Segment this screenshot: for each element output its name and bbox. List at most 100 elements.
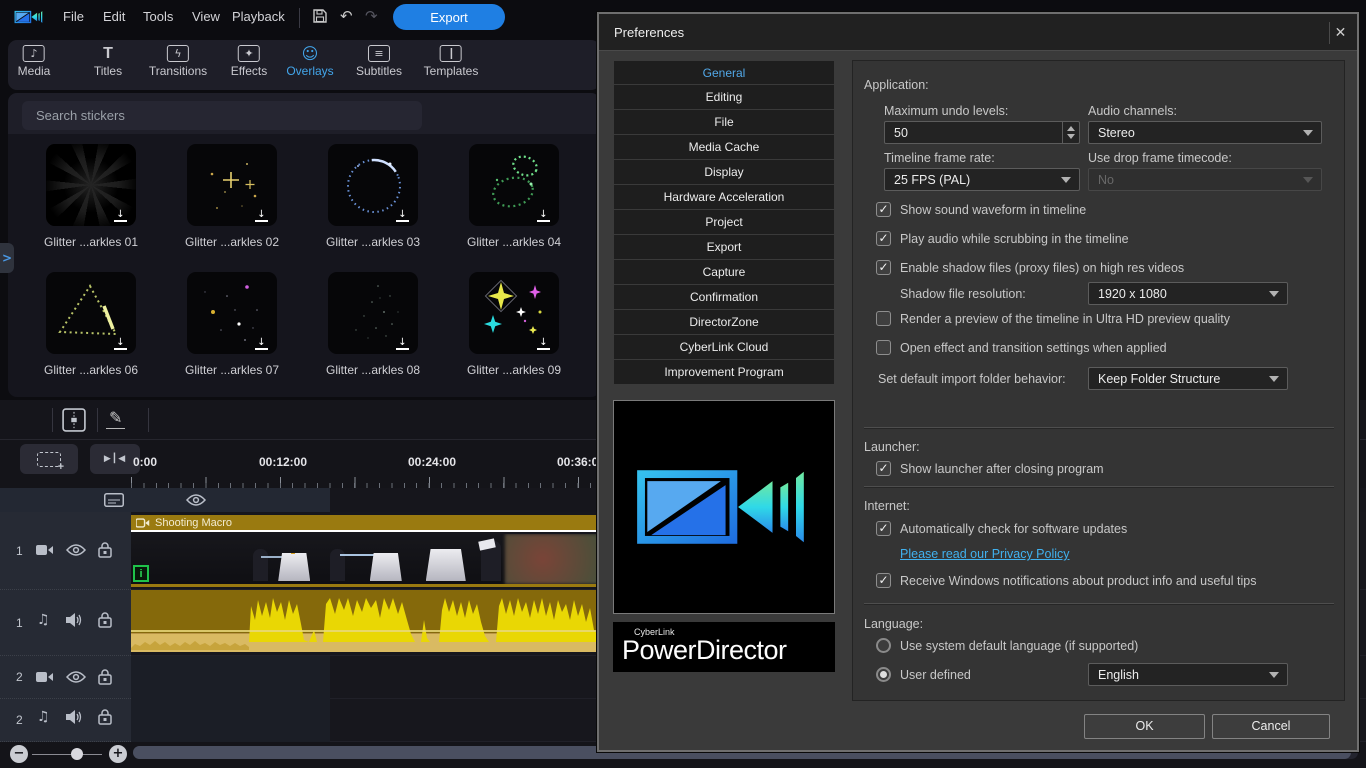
sticker-item[interactable]: ↓ — [187, 144, 277, 226]
tab-subtitles[interactable]: ≡ Subtitles — [356, 45, 402, 78]
tab-overlays[interactable]: ☺ Overlays — [286, 45, 333, 78]
search-input[interactable] — [22, 101, 422, 130]
privacy-policy-link[interactable]: Please read our Privacy Policy — [900, 547, 1070, 561]
max-undo-label: Maximum undo levels: — [884, 104, 1008, 118]
lock-icon[interactable] — [98, 612, 112, 628]
frame-rate-dropdown[interactable]: 25 FPS (PAL) — [884, 168, 1080, 191]
add-track-button[interactable]: + — [20, 444, 78, 474]
speaker-icon[interactable] — [66, 710, 82, 724]
lock-icon[interactable] — [98, 709, 112, 725]
sticker-item[interactable]: ↓ — [328, 144, 418, 226]
sidebar-item-hardware-acceleration[interactable]: Hardware Acceleration — [613, 185, 835, 210]
sidebar-item-general[interactable]: General — [613, 60, 835, 85]
checkbox-show-launcher[interactable]: ✓ — [876, 461, 891, 476]
checkbox-label: Enable shadow files (proxy files) on hig… — [900, 261, 1184, 275]
panel-expander-chevron-icon[interactable]: > — [0, 243, 14, 273]
tab-label: Templates — [424, 64, 479, 78]
export-button[interactable]: Export — [393, 4, 505, 30]
menu-view[interactable]: View — [192, 9, 220, 24]
shadow-res-dropdown[interactable]: 1920 x 1080 — [1088, 282, 1288, 305]
sidebar-item-improvement-program[interactable]: Improvement Program — [613, 360, 835, 385]
effects-icon: ✦ — [238, 45, 260, 62]
checkbox-waveform[interactable]: ✓ — [876, 202, 891, 217]
design-pen-icon[interactable]: ✎ — [106, 408, 125, 429]
product-text: PowerDirector — [622, 635, 787, 666]
redo-icon: ↷ — [365, 7, 378, 25]
sticker-library: ↓ ↓ ↓ ↓ Glitter ...arkles 01 Glitter ...… — [8, 93, 600, 397]
audio-clip[interactable] — [131, 590, 599, 652]
sidebar-item-display[interactable]: Display — [613, 160, 835, 185]
checkbox-scrub-audio[interactable]: ✓ — [876, 231, 891, 246]
menu-playback[interactable]: Playback — [232, 9, 285, 24]
track-manager-icon[interactable] — [62, 408, 86, 432]
undo-icon[interactable]: ↶ — [340, 7, 353, 25]
tab-media[interactable]: ♪ Media — [18, 45, 51, 78]
close-icon[interactable]: ✕ — [1329, 22, 1351, 44]
video-track-icon — [36, 544, 54, 556]
ok-button[interactable]: OK — [1084, 714, 1205, 739]
titles-icon: T — [97, 45, 119, 62]
save-icon[interactable] — [312, 8, 328, 24]
max-undo-input[interactable]: 50 — [884, 121, 1080, 144]
checkbox-windows-notifications[interactable]: ✓ — [876, 573, 891, 588]
sidebar-item-confirmation[interactable]: Confirmation — [613, 285, 835, 310]
radio-user-defined-language[interactable] — [876, 667, 891, 682]
lock-icon[interactable] — [98, 669, 112, 685]
sidebar-item-export[interactable]: Export — [613, 235, 835, 260]
clip-camera-icon — [136, 518, 150, 528]
lock-icon[interactable] — [98, 542, 112, 558]
music-track-icon: ♫ — [37, 612, 50, 628]
sidebar-item-directorzone[interactable]: DirectorZone — [613, 310, 835, 335]
spinner-arrows[interactable] — [1062, 122, 1079, 143]
checkbox-shadow-files[interactable]: ✓ — [876, 260, 891, 275]
video-clip[interactable]: Shooting Macro — [131, 515, 599, 587]
cancel-button[interactable]: Cancel — [1212, 714, 1330, 739]
tab-templates[interactable]: Templates — [424, 45, 479, 78]
sidebar-item-cyberlink-cloud[interactable]: CyberLink Cloud — [613, 335, 835, 360]
marker-track-icon[interactable] — [104, 493, 124, 507]
sticker-label: Glitter ...arkles 01 — [26, 235, 156, 249]
menu-tools[interactable]: Tools — [143, 9, 173, 24]
menu-edit[interactable]: Edit — [103, 9, 125, 24]
clip-title-bar: Shooting Macro — [131, 515, 599, 532]
sticker-item[interactable]: ↓ — [469, 144, 559, 226]
sticker-item[interactable]: ↓ — [328, 272, 418, 354]
sidebar-item-capture[interactable]: Capture — [613, 260, 835, 285]
tab-effects[interactable]: ✦ Effects — [231, 45, 267, 78]
zoom-out-icon[interactable]: − — [10, 745, 28, 763]
ruler-label: 00:24:00 — [408, 455, 456, 469]
sidebar-item-media-cache[interactable]: Media Cache — [613, 135, 835, 160]
eye-icon[interactable] — [66, 544, 86, 556]
radio-system-default-language[interactable] — [876, 638, 891, 653]
sticker-item[interactable]: ↓ — [46, 272, 136, 354]
section-divider — [864, 486, 1334, 487]
visibility-all-icon[interactable] — [186, 494, 206, 506]
audio-channels-dropdown[interactable]: Stereo — [1088, 121, 1322, 144]
import-folder-dropdown[interactable]: Keep Folder Structure — [1088, 367, 1288, 390]
checkbox-ultra-hd-preview[interactable] — [876, 311, 891, 326]
subtitles-icon: ≡ — [368, 45, 390, 62]
timeline-ruler[interactable]: 0:00 00:12:00 00:24:00 00:36:00 — [131, 444, 597, 492]
checkbox-auto-update[interactable]: ✓ — [876, 521, 891, 536]
sidebar-item-file[interactable]: File — [613, 110, 835, 135]
zoom-in-icon[interactable]: + — [109, 745, 127, 763]
language-dropdown[interactable]: English — [1088, 663, 1288, 686]
ruler-label: 00:12:00 — [259, 455, 307, 469]
download-icon: ↓ — [255, 337, 268, 350]
sticker-item[interactable]: ↓ — [46, 144, 136, 226]
checkbox-open-settings[interactable] — [876, 340, 891, 355]
sticker-item[interactable]: ↓ — [187, 272, 277, 354]
sticker-label: Glitter ...arkles 09 — [449, 363, 579, 377]
sidebar-item-project[interactable]: Project — [613, 210, 835, 235]
menu-file[interactable]: File — [63, 9, 84, 24]
eye-icon[interactable] — [66, 671, 86, 683]
sidebar-item-editing[interactable]: Editing — [613, 85, 835, 110]
tab-titles[interactable]: T Titles — [94, 45, 122, 78]
zoom-slider-handle[interactable] — [71, 748, 83, 760]
checkbox-label: Show launcher after closing program — [900, 462, 1104, 476]
tab-transitions[interactable]: ϟ Transitions — [149, 45, 207, 78]
clip-info-badge[interactable]: i — [133, 565, 149, 582]
sticker-item[interactable]: ↓ — [469, 272, 559, 354]
speaker-icon[interactable] — [66, 613, 82, 627]
zoom-slider-track[interactable] — [32, 754, 102, 756]
